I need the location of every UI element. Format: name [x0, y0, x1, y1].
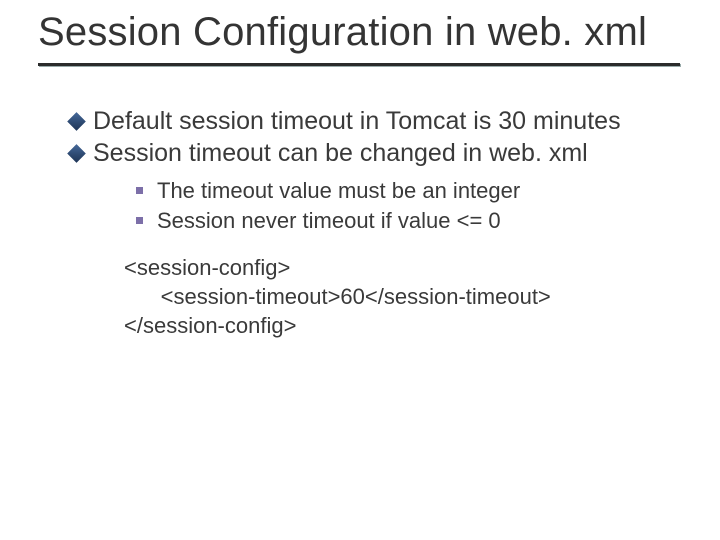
slide: Session Configuration in web. xml Defaul…: [0, 0, 720, 540]
title-underline: [38, 63, 680, 66]
list-item: Default session timeout in Tomcat is 30 …: [70, 106, 682, 137]
content-area: Default session timeout in Tomcat is 30 …: [38, 106, 682, 340]
diamond-bullet-icon: [67, 112, 85, 130]
bullet-list-level2: The timeout value must be an integer Ses…: [136, 177, 682, 235]
subbullet-text: The timeout value must be an integer: [157, 177, 520, 205]
bullet-text: Session timeout can be changed in web. x…: [93, 138, 588, 169]
list-item: The timeout value must be an integer: [136, 177, 682, 205]
square-bullet-icon: [136, 217, 143, 224]
square-bullet-icon: [136, 187, 143, 194]
subbullet-text: Session never timeout if value <= 0: [157, 207, 501, 235]
bullet-text: Default session timeout in Tomcat is 30 …: [93, 106, 621, 137]
list-item: Session never timeout if value <= 0: [136, 207, 682, 235]
list-item: Session timeout can be changed in web. x…: [70, 138, 682, 169]
code-snippet: <session-config> <session-timeout>60</se…: [124, 253, 682, 340]
diamond-bullet-icon: [67, 145, 85, 163]
slide-title: Session Configuration in web. xml: [38, 10, 682, 61]
bullet-list-level1: Default session timeout in Tomcat is 30 …: [70, 106, 682, 169]
